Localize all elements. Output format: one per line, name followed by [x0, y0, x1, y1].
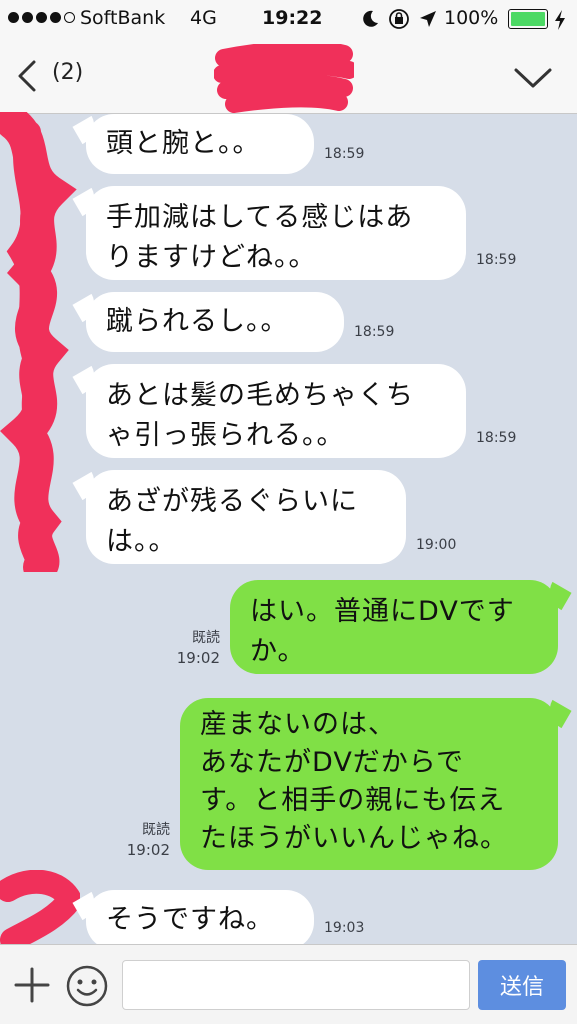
member-count: (2): [52, 60, 84, 85]
message-time: 18:59: [476, 252, 517, 268]
message-text: 手加減はしてる感じはあ りますけどね。。: [106, 202, 414, 273]
plus-icon[interactable]: [12, 965, 52, 1005]
message-text: 産まないのは、 あなたがDVだからで す。と相手の親にも伝え たほうがいいんじゃ…: [200, 709, 508, 854]
moon-icon: [363, 10, 378, 27]
message-time: 19:00: [416, 537, 457, 553]
battery-percentage: 100%: [444, 7, 499, 29]
send-button[interactable]: 送信: [478, 960, 566, 1010]
message-text: あとは髪の毛めちゃくち ゃ引っ張られる。。: [106, 380, 414, 451]
message-bubble-incoming[interactable]: あざが残るぐらいに は。。: [86, 470, 406, 564]
network-type: 4G: [190, 7, 217, 29]
carrier-name: SoftBank: [80, 7, 166, 29]
rotation-lock-icon: [389, 9, 409, 29]
message-text: あざが残るぐらいに は。。: [106, 486, 358, 557]
message-bubble-incoming[interactable]: そうですね。: [86, 890, 314, 950]
chevron-left-icon[interactable]: [12, 56, 42, 96]
message-bubble-outgoing[interactable]: はい。普通にDVです か。: [230, 580, 558, 674]
avatar-redaction-scribble: [0, 112, 77, 572]
message-text: 蹴られるし。。: [106, 306, 289, 337]
message-time: 18:59: [324, 146, 365, 162]
redaction-scribble: [214, 44, 354, 113]
chat-header: (2): [0, 40, 577, 114]
message-time: 18:59: [354, 324, 395, 340]
message-text: 頭と腕と。。: [106, 128, 261, 159]
read-receipt: 既読 19:02: [176, 630, 220, 667]
message-bubble-incoming[interactable]: 手加減はしてる感じはあ りますけどね。。: [86, 186, 466, 280]
message-text: そうですね。: [106, 904, 274, 935]
message-bubble-incoming[interactable]: 頭と腕と。。: [86, 114, 314, 174]
message-time: 19:03: [324, 920, 365, 936]
smiley-icon[interactable]: [64, 963, 110, 1009]
charging-bolt-icon: [555, 10, 565, 30]
battery-icon: [508, 9, 548, 29]
read-receipt: 既読 19:02: [126, 822, 170, 859]
location-arrow-icon: [420, 11, 436, 27]
message-time: 18:59: [476, 430, 517, 446]
message-composer: 送信: [0, 944, 577, 1024]
chevron-down-icon[interactable]: [510, 58, 556, 98]
signal-strength-icon: [8, 12, 75, 23]
message-bubble-incoming[interactable]: あとは髪の毛めちゃくち ゃ引っ張られる。。: [86, 364, 466, 458]
status-bar: SoftBank 4G 19:22 100%: [0, 0, 577, 40]
message-input[interactable]: [122, 960, 470, 1010]
message-text: はい。普通にDVです か。: [250, 596, 515, 667]
message-bubble-outgoing[interactable]: 産まないのは、 あなたがDVだからで す。と相手の親にも伝え たほうがいいんじゃ…: [180, 698, 558, 870]
status-time: 19:22: [262, 7, 323, 29]
avatar-redaction-scribble: [0, 870, 80, 950]
message-bubble-incoming[interactable]: 蹴られるし。。: [86, 292, 344, 352]
